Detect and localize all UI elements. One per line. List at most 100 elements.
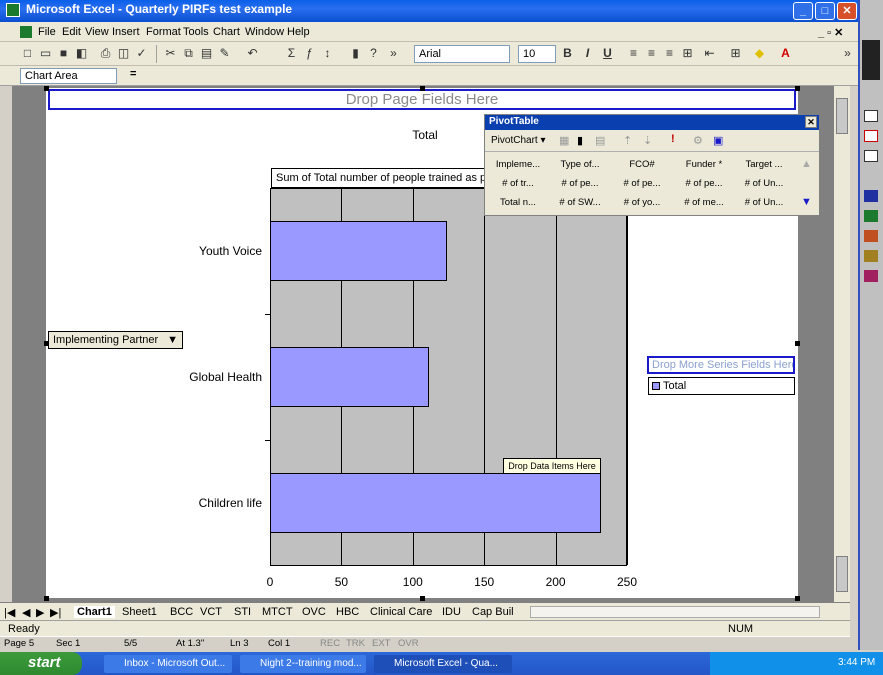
- pivot-field[interactable]: # of pe...: [611, 178, 673, 189]
- name-box[interactable]: Chart Area: [20, 68, 117, 84]
- doc-window-controls[interactable]: _ ▫ ✕: [818, 26, 843, 39]
- font-name-select[interactable]: Arial: [414, 45, 510, 63]
- legend[interactable]: Total: [648, 377, 795, 395]
- pivot-field[interactable]: # of Un...: [733, 197, 795, 208]
- pivot-field[interactable]: Target ...: [733, 159, 795, 170]
- field-settings-icon[interactable]: ⚙: [693, 134, 703, 147]
- menu-chart[interactable]: Chart: [213, 26, 240, 38]
- selection-handle[interactable]: [795, 596, 800, 601]
- shortcut-icon[interactable]: [864, 150, 878, 162]
- menu-insert[interactable]: Insert: [112, 26, 140, 38]
- selection-handle[interactable]: [44, 341, 49, 346]
- implementing-partner-field-button[interactable]: Implementing Partner ▼: [48, 331, 183, 349]
- pivot-field[interactable]: # of pe...: [673, 178, 735, 189]
- new-icon[interactable]: □: [20, 46, 35, 61]
- vertical-scrollbar[interactable]: [834, 86, 850, 602]
- scroll-thumb[interactable]: [836, 98, 848, 134]
- undo-icon[interactable]: ↶: [245, 46, 260, 61]
- menu-view[interactable]: View: [85, 26, 109, 38]
- pivot-field[interactable]: FCO#: [611, 159, 673, 170]
- show-field-list-icon[interactable]: ▣: [713, 134, 723, 147]
- help-icon[interactable]: ?: [366, 46, 381, 61]
- access-icon[interactable]: [864, 250, 878, 262]
- menu-file[interactable]: File: [38, 26, 56, 38]
- underline-button[interactable]: U: [600, 46, 615, 61]
- excel-icon[interactable]: [864, 210, 878, 222]
- scroll-down-icon[interactable]: ▼: [801, 196, 812, 208]
- minimize-button[interactable]: _: [793, 2, 813, 20]
- data-field-button[interactable]: Sum of Total number of people trained as…: [271, 168, 511, 188]
- sort-icon[interactable]: ↕: [320, 46, 335, 61]
- menu-window[interactable]: Window: [245, 26, 284, 38]
- menu-edit[interactable]: Edit: [62, 26, 81, 38]
- pivot-field[interactable]: # of Un...: [733, 178, 795, 189]
- borders-icon[interactable]: ⊞: [728, 46, 743, 61]
- pivot-field[interactable]: Funder *: [673, 159, 735, 170]
- hide-detail-icon[interactable]: ⇡: [623, 134, 632, 147]
- scroll-up-icon[interactable]: ▲: [801, 158, 812, 170]
- tab-sti[interactable]: STI: [234, 606, 251, 618]
- first-sheet-icon[interactable]: |◀: [4, 606, 15, 619]
- menu-tools[interactable]: Tools: [183, 26, 209, 38]
- print-icon[interactable]: ⎙: [98, 46, 113, 61]
- save-icon[interactable]: ■: [56, 46, 71, 61]
- font-size-select[interactable]: 10: [518, 45, 556, 63]
- taskbar-item-inbox[interactable]: Inbox - Microsoft Out...: [104, 655, 232, 673]
- indent-icon[interactable]: ⇤: [702, 46, 717, 61]
- print-preview-icon[interactable]: ◫: [116, 46, 131, 61]
- permission-icon[interactable]: ◧: [74, 46, 89, 61]
- menu-format[interactable]: Format: [146, 26, 181, 38]
- drop-page-fields[interactable]: Drop Page Fields Here: [48, 89, 796, 110]
- scroll-thumb-lower[interactable]: [836, 556, 848, 592]
- pivot-field[interactable]: # of tr...: [487, 178, 549, 189]
- selection-handle[interactable]: [420, 596, 425, 601]
- fill-color-icon[interactable]: ◆: [752, 46, 767, 61]
- bar[interactable]: [270, 220, 448, 282]
- tab-ovc[interactable]: OVC: [302, 606, 326, 618]
- prev-sheet-icon[interactable]: ◀: [22, 606, 30, 619]
- show-detail-icon[interactable]: ⇣: [643, 134, 652, 147]
- tab-idu[interactable]: IDU: [442, 606, 461, 618]
- pivot-field[interactable]: # of me...: [673, 197, 735, 208]
- bold-button[interactable]: B: [560, 46, 575, 61]
- next-sheet-icon[interactable]: ▶: [36, 606, 44, 619]
- align-left-icon[interactable]: ≡: [626, 46, 641, 61]
- function-icon[interactable]: ƒ: [302, 46, 317, 61]
- tab-chart1[interactable]: Chart1: [74, 606, 115, 618]
- tab-cap-buil[interactable]: Cap Buil: [472, 606, 514, 618]
- bar[interactable]: [270, 346, 429, 408]
- chart-wizard-icon[interactable]: ▮: [348, 46, 363, 61]
- horizontal-scrollbar[interactable]: [530, 606, 820, 618]
- open-icon[interactable]: ▭: [38, 46, 53, 61]
- selection-handle[interactable]: [44, 596, 49, 601]
- format-painter-icon[interactable]: ✎: [217, 46, 232, 61]
- autosum-icon[interactable]: Σ: [284, 46, 299, 61]
- pivottable-toolbar[interactable]: PivotTable ✕ PivotChart ▾ ▦ ▮ ▤ ⇡ ⇣ ! ⚙ …: [484, 114, 820, 216]
- spelling-icon[interactable]: ✓: [134, 46, 149, 61]
- taskbar-item-excel[interactable]: Microsoft Excel - Qua...: [374, 655, 512, 673]
- tab-sheet1[interactable]: Sheet1: [122, 606, 157, 618]
- pivot-field[interactable]: # of yo...: [611, 197, 673, 208]
- pivottable-close-icon[interactable]: ✕: [805, 116, 817, 128]
- pivot-table-icon[interactable]: ▤: [595, 134, 605, 147]
- font-color-icon[interactable]: A: [778, 46, 793, 61]
- bar[interactable]: [270, 472, 602, 534]
- shortcut-icon[interactable]: [864, 130, 878, 142]
- drop-series-fields[interactable]: Drop More Series Fields Here: [647, 356, 795, 374]
- pivottable-titlebar[interactable]: PivotTable ✕: [485, 115, 819, 130]
- pivotchart-menu[interactable]: PivotChart ▾: [491, 135, 545, 146]
- tab-hbc[interactable]: HBC: [336, 606, 359, 618]
- tab-mtct[interactable]: MTCT: [262, 606, 293, 618]
- align-right-icon[interactable]: ≡: [662, 46, 677, 61]
- selection-handle[interactable]: [795, 341, 800, 346]
- maximize-button[interactable]: □: [815, 2, 835, 20]
- selection-handle[interactable]: [795, 86, 800, 91]
- merge-icon[interactable]: ⊞: [680, 46, 695, 61]
- selection-handle[interactable]: [420, 86, 425, 91]
- pivot-field[interactable]: Impleme...: [487, 159, 549, 170]
- dropdown-arrow-icon[interactable]: ▼: [167, 334, 178, 346]
- start-button[interactable]: start: [0, 652, 82, 675]
- menu-help[interactable]: Help: [287, 26, 310, 38]
- pivot-field[interactable]: Type of...: [549, 159, 611, 170]
- close-button[interactable]: ✕: [837, 2, 857, 20]
